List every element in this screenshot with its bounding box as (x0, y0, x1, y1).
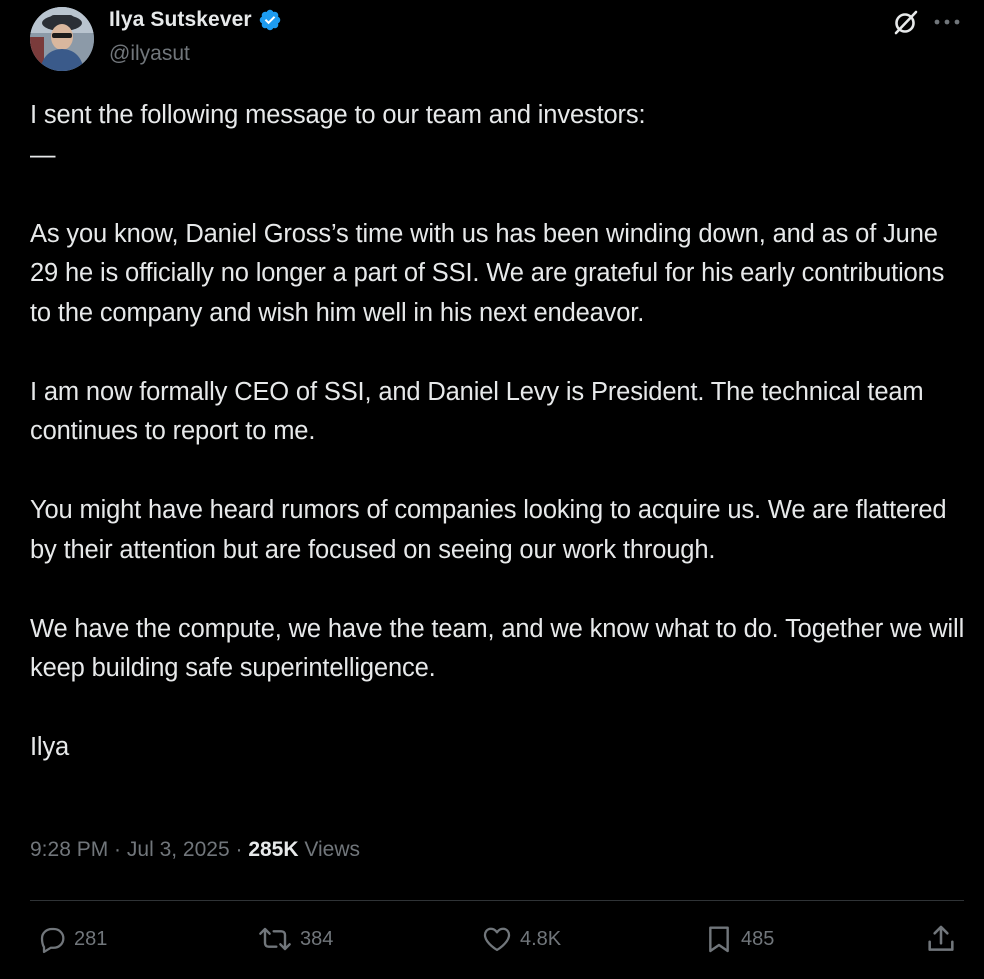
meta-separator-2: · (229, 838, 249, 861)
dash-line: — (30, 140, 56, 169)
paragraph-1: As you know, Daniel Gross’s time with us… (30, 219, 945, 327)
tweet-date[interactable]: Jul 3, 2025 (127, 838, 230, 861)
tweet: Ilya Sutskever @ilyasut I sent the follo… (0, 0, 984, 979)
tweet-text: I sent the following message to our team… (30, 96, 970, 768)
tweet-time[interactable]: 9:28 PM (30, 838, 108, 861)
grok-icon[interactable] (892, 8, 920, 36)
paragraph-3: You might have heard rumors of companies… (30, 496, 947, 564)
paragraph-4: We have the compute, we have the team, a… (30, 614, 965, 683)
divider (30, 900, 964, 901)
like-count: 4.8K (520, 927, 562, 950)
bookmark-button[interactable]: 485 (703, 920, 774, 958)
verified-badge-icon[interactable] (258, 8, 282, 32)
more-icon[interactable] (932, 8, 962, 36)
views-count[interactable]: 285K (248, 838, 298, 861)
reply-icon (36, 923, 68, 955)
author-handle[interactable]: @ilyasut (109, 42, 190, 66)
repost-icon (256, 923, 294, 955)
author-name-row: Ilya Sutskever (109, 8, 282, 32)
author-display-name[interactable]: Ilya Sutskever (109, 8, 252, 32)
like-button[interactable]: 4.8K (480, 920, 561, 958)
repost-count: 384 (300, 927, 334, 950)
tweet-meta: 9:28 PM · Jul 3, 2025 · 285K Views (30, 838, 360, 862)
avatar[interactable] (30, 7, 94, 71)
reply-button[interactable]: 281 (36, 920, 107, 958)
repost-button[interactable]: 384 (256, 920, 333, 958)
bookmark-icon (703, 923, 735, 955)
heart-icon (480, 923, 514, 955)
meta-separator: · (108, 838, 127, 861)
reply-count: 281 (74, 927, 108, 950)
views-label: Views (298, 838, 360, 861)
paragraph-2: I am now formally CEO of SSI, and Daniel… (30, 377, 924, 446)
intro-line: I sent the following message to our team… (30, 101, 646, 129)
share-icon (924, 922, 958, 956)
bookmark-count: 485 (741, 927, 775, 950)
share-button[interactable] (924, 920, 958, 958)
signature: Ilya (30, 733, 70, 761)
